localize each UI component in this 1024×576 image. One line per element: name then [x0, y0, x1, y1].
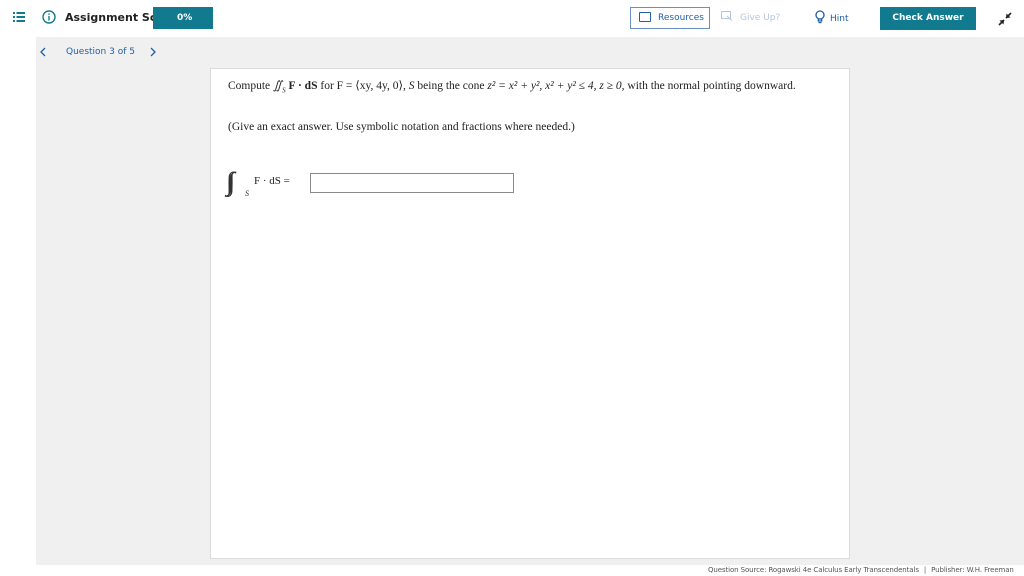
collapse-arrows-icon[interactable] — [996, 11, 1014, 27]
answer-instructions: (Give an exact answer. Use symbolic nota… — [228, 121, 575, 133]
publisher: Publisher: W.H. Freeman — [931, 566, 1014, 574]
resources-label: Resources — [658, 13, 704, 23]
question-source-footer: Question Source: Rogawski 4e Calculus Ea… — [708, 565, 1020, 576]
question-card: Compute ∬S F · dS for F = ⟨xy, 4y, 0⟩, S… — [210, 68, 850, 559]
question-source: Question Source: Rogawski 4e Calculus Ea… — [708, 566, 919, 574]
prompt-normal-orientation: with the normal pointing downward. — [627, 80, 796, 92]
prompt-for: for — [320, 80, 334, 92]
question-counter: Question 3 of 5 — [66, 47, 135, 57]
lightbulb-icon — [815, 10, 825, 24]
hint-label: Hint — [830, 14, 849, 24]
window-icon — [639, 12, 651, 22]
check-answer-button[interactable]: Check Answer — [880, 7, 976, 30]
answer-row: ∫∫ S F · dS = — [228, 167, 558, 201]
footer-separator: | — [923, 566, 927, 574]
give-up-icon — [721, 11, 733, 21]
chevron-right-icon[interactable] — [148, 46, 158, 58]
prompt-being-cone: being the cone — [417, 80, 485, 92]
question-prompt: Compute ∬S F · dS for F = ⟨xy, 4y, 0⟩, S… — [228, 78, 828, 99]
resources-button[interactable]: Resources — [630, 7, 710, 29]
prompt-field-definition: F = ⟨xy, 4y, 0⟩, — [336, 80, 406, 92]
answer-input[interactable] — [310, 173, 514, 193]
prompt-flux-term: F · dS — [288, 80, 318, 92]
give-up-label: Give Up? — [740, 13, 781, 23]
chevron-left-icon[interactable] — [38, 46, 48, 58]
list-menu-icon[interactable] — [13, 11, 25, 23]
integral-subscript: S — [245, 189, 249, 198]
give-up-button: Give Up? — [721, 11, 793, 27]
prompt-cone-equation: z² = x² + y², — [487, 80, 543, 92]
info-icon[interactable] — [42, 10, 56, 24]
hint-button[interactable]: Hint — [814, 10, 854, 28]
assignment-score-badge: 0% — [153, 7, 213, 29]
top-toolbar: Assignment Score: 0% Resources Give Up? … — [0, 0, 1024, 37]
prompt-z-condition: z ≥ 0, — [599, 80, 625, 92]
answer-label: F · dS = — [254, 175, 290, 187]
prompt-cone-inequality: x² + y² ≤ 4, — [545, 80, 597, 92]
prompt-compute: Compute — [228, 80, 271, 92]
prompt-integral-symbol: ∬S — [273, 80, 286, 95]
prompt-surface-S: S — [408, 80, 415, 92]
